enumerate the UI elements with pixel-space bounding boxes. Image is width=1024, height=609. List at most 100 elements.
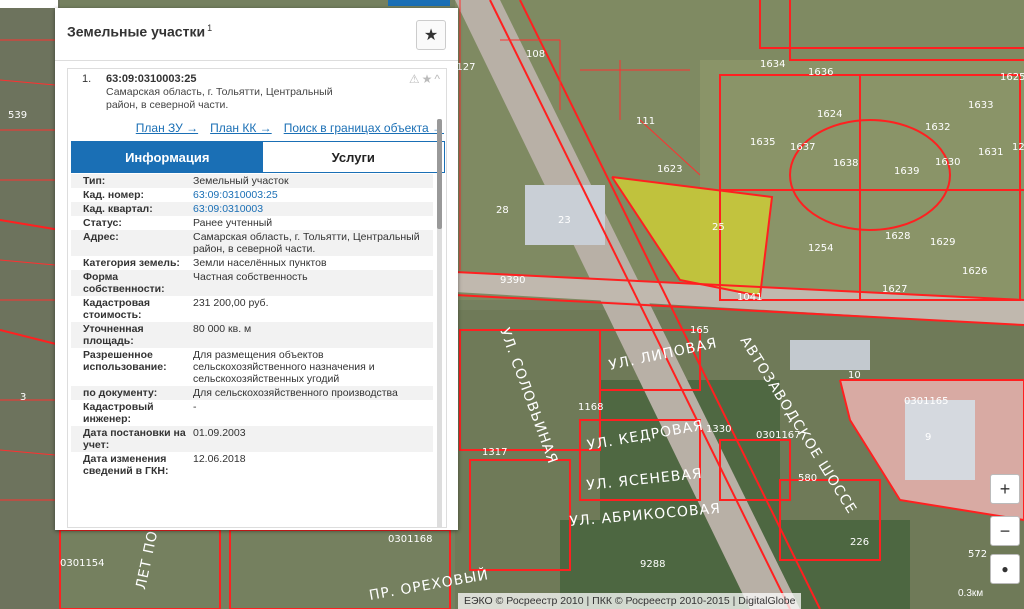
info-row-key: по документу: [83, 387, 158, 399]
info-row-key: Кадастровая стоимость: [83, 297, 150, 321]
parcel-label: 28 [496, 205, 509, 216]
parcel-label: 1041 [737, 292, 762, 303]
parcel-card: 1. 63:09:0310003:25 Самарская область, г… [67, 68, 447, 528]
info-row-value: Земли населённых пунктов [193, 257, 327, 269]
top-strip [0, 0, 58, 8]
info-row: Тип: Земельный участок [71, 174, 433, 188]
parcel-label: 572 [968, 549, 987, 560]
parcel-label: 1254 [808, 243, 833, 254]
parcel-label: 1626 [962, 266, 987, 277]
warning-icon[interactable]: ⚠ [409, 72, 422, 86]
tab-information[interactable]: Информация [72, 142, 263, 172]
info-row-key: Статус: [83, 217, 122, 229]
info-row-key: Дата постановки на учет: [83, 427, 186, 451]
parcel-label: 1632 [925, 122, 950, 133]
parcel-label: 1168 [578, 402, 603, 413]
item-address: Самарская область, г. Тольятти, Централь… [106, 86, 333, 111]
info-panel: Земельные участки 1 ★ 1. 63:09:0310003:25… [55, 8, 458, 530]
parcel-label: 9390 [500, 275, 525, 286]
info-row-key: Разрешенное использование: [83, 349, 167, 373]
zoom-in-button[interactable]: + [990, 474, 1020, 504]
info-row: Дата изменения сведений в ГКН: 12.06.2018 [71, 452, 433, 478]
parcel-label: 1636 [808, 67, 833, 78]
star-icon: ★ [423, 27, 439, 44]
parcel-label: 1631 [978, 147, 1003, 158]
parcel-label: 1635 [750, 137, 775, 148]
info-row-value: Земельный участок [193, 175, 289, 187]
info-row: Кад. номер: 63:09:0310003:25 [71, 188, 433, 202]
parcel-label: 0301168 [388, 534, 433, 545]
parcel-label: 1639 [894, 166, 919, 177]
parcel-label: 9 [925, 432, 931, 443]
parcel-label: 1625 [1000, 72, 1024, 83]
parcel-label: 25 [712, 222, 725, 233]
star-outline-icon[interactable]: ★ [422, 72, 435, 86]
tab-services[interactable]: Услуги [262, 142, 444, 172]
panel-title-text: Земельные участки [67, 23, 206, 40]
parcel-label: 1628 [885, 231, 910, 242]
info-row: Статус: Ранее учтенный [71, 216, 433, 230]
info-row-value: Для сельскохозяйственного производства [193, 387, 398, 399]
info-row-key: Форма собственности: [83, 271, 165, 295]
map-settings-button[interactable]: ● [990, 554, 1020, 584]
info-row-value: Самарская область, г. Тольятти, Централь… [193, 231, 420, 255]
parcel-label: 1627 [882, 284, 907, 295]
info-row-value: - [193, 401, 197, 413]
tabs: Информация Услуги [71, 141, 445, 173]
map-scale: 0.3км [958, 588, 984, 599]
info-row-key: Тип: [83, 175, 106, 187]
scrollbar-thumb[interactable] [437, 119, 442, 229]
parcel-label: 10 [848, 370, 861, 381]
info-row-value: 231 200,00 руб. [193, 297, 269, 309]
info-row-value: Для размещения объектов сельскохозяйстве… [193, 349, 375, 385]
top-blue-button[interactable] [388, 0, 450, 6]
parcel-label: 1634 [760, 59, 785, 70]
gear-icon: ● [1001, 562, 1009, 576]
panel-title: Земельные участки 1 [67, 23, 212, 40]
info-row-key: Кадастровый инженер: [83, 401, 154, 425]
info-row: Адрес: Самарская область, г. Тольятти, Це… [71, 230, 433, 256]
info-row: Кадастровый инженер: - [71, 400, 433, 426]
parcel-label: 3 [20, 392, 26, 403]
info-row-value: Частная собственность [193, 271, 308, 283]
parcel-label: 108 [526, 49, 545, 60]
info-row-value: 80 000 кв. м [193, 323, 252, 335]
info-row: Категория земель: Земли населённых пункто… [71, 256, 433, 270]
info-row: Разрешенное использование: Для размещения… [71, 348, 433, 386]
info-row: Форма собственности: Частная собственност… [71, 270, 433, 296]
favorite-button[interactable]: ★ [416, 20, 446, 50]
panel-title-count: 1 [207, 23, 213, 33]
info-row-value: 01.09.2003 [193, 427, 246, 439]
parcel-label: 0301154 [60, 558, 105, 569]
scrollbar[interactable] [437, 119, 442, 527]
chevron-up-icon[interactable]: ^ [434, 72, 442, 86]
panel-header: Земельные участки 1 ★ [55, 8, 458, 61]
parcel-label: 1630 [935, 157, 960, 168]
parcel-label: 0301165 [904, 396, 949, 407]
parcel-label: 226 [850, 537, 869, 548]
info-row-value[interactable]: 63:09:0310003:25 [193, 189, 433, 201]
parcel-label: 1629 [930, 237, 955, 248]
parcel-label: 23 [558, 215, 571, 226]
info-row: Кад. квартал: 63:09:0310003 [71, 202, 433, 216]
parcel-label: 1633 [968, 100, 993, 111]
parcel-label: 1260 [1012, 142, 1024, 153]
parcel-label: 1638 [833, 158, 858, 169]
search-in-bounds-link[interactable]: Поиск в границах объекта → [284, 121, 444, 135]
parcel-label: 9288 [640, 559, 665, 570]
parcel-label: 1637 [790, 142, 815, 153]
info-row-key: Кад. номер: [83, 189, 145, 201]
plan-kk-link[interactable]: План КК → [210, 121, 272, 135]
info-row-value[interactable]: 63:09:0310003 [193, 203, 433, 215]
info-row-key: Кад. квартал: [83, 203, 153, 215]
parcel-label: 539 [8, 110, 27, 121]
parcel-label: 1330 [706, 424, 731, 435]
info-row: по документу: Для сельскохозяйственного п… [71, 386, 433, 400]
plan-zu-link[interactable]: План ЗУ → [136, 121, 198, 135]
parcel-label: 111 [636, 116, 655, 127]
parcel-label: 1624 [817, 109, 842, 120]
cadastral-number-title[interactable]: 63:09:0310003:25 [106, 73, 197, 85]
parcel-label: 580 [798, 473, 817, 484]
zoom-out-button[interactable]: − [990, 516, 1020, 546]
parcel-label: 165 [690, 325, 709, 336]
